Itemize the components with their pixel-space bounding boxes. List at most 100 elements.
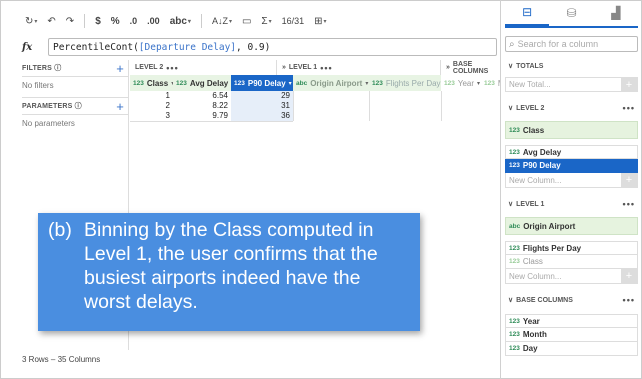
new-total-label: New Total... <box>509 80 551 89</box>
column-header-class[interactable]: 123 Class ▾ <box>130 75 173 91</box>
special-function-button[interactable]: 16/31 <box>279 16 308 26</box>
column-name: Origin Airport <box>310 78 363 88</box>
column-header-avg-delay[interactable]: 123 Avg Delay ▾ <box>173 75 231 91</box>
cell-p90-delay[interactable]: 29 <box>231 91 293 101</box>
sort-button[interactable]: A↓Z ▾ <box>209 16 235 26</box>
refresh-button[interactable]: ↻ ▾ <box>22 16 40 27</box>
numeric-type-icon: 123 <box>509 126 520 134</box>
column-item-name: P90 Delay <box>522 161 561 170</box>
more-icon[interactable]: ••• <box>623 295 635 305</box>
column-name: Class <box>146 78 169 88</box>
column-item-avg-delay[interactable]: 123 Avg Delay <box>505 145 638 159</box>
cell-avg-delay[interactable]: 6.54 <box>173 91 231 101</box>
increase-decimals-button[interactable]: .00 <box>144 16 163 26</box>
cell-class[interactable]: 3 <box>130 111 173 121</box>
cell-p90-delay[interactable]: 36 <box>231 111 293 121</box>
cell-class[interactable]: 1 <box>130 91 173 101</box>
undo-button[interactable]: ↶ <box>44 16 58 27</box>
cell-avg-delay[interactable]: 9.79 <box>173 111 231 121</box>
toolbar: ↻ ▾ ↶ ↷ $ % .0 .00 abc ▾ A↓Z ▾ ▭ Σ ▾ 16/31 ⊞… <box>22 6 497 36</box>
column-header-p90-delay[interactable]: 123 P90 Delay ▾ <box>231 75 293 91</box>
sum-button[interactable]: Σ ▾ <box>258 16 274 27</box>
insert-column-button[interactable]: ⊞ ▾ <box>311 16 329 27</box>
column-item-month[interactable]: 123 Month <box>505 328 638 342</box>
add-column-button[interactable]: + <box>621 268 637 284</box>
column-search[interactable]: ⌕ <box>505 36 638 52</box>
panel-divider <box>500 0 501 379</box>
chevron-down-icon[interactable]: ▾ <box>289 80 292 87</box>
right-panel: ⊟ ⛁ ▟ ⌕ ∨TOTALS New Total... + ∨LEVEL 2 … <box>505 0 638 379</box>
group-label: BASE COLUMNS <box>452 60 489 75</box>
column-item-day[interactable]: 123 Day <box>505 342 638 356</box>
chevron-down-icon: ▾ <box>323 18 327 25</box>
refresh-icon: ↻ <box>25 15 34 27</box>
new-column-row[interactable]: New Column... + <box>505 172 638 188</box>
tab-columns[interactable]: ⊟ <box>505 0 550 26</box>
add-column-button[interactable]: + <box>621 172 637 188</box>
column-divider <box>441 91 442 121</box>
new-column-row[interactable]: New Column... + <box>505 268 638 284</box>
new-column-label: New Column... <box>509 271 562 281</box>
section-title: BASE COLUMNS <box>516 297 573 304</box>
level1-header[interactable]: ∨ LEVEL 1 ••• <box>505 196 638 212</box>
caption-line: busiest airports indeed have the <box>84 267 361 289</box>
level2-header[interactable]: ∨ LEVEL 2 ••• <box>505 100 638 116</box>
level2-group-by[interactable]: 123 Class <box>505 121 638 139</box>
more-icon[interactable]: ••• <box>623 199 635 209</box>
tab-chart[interactable]: ▟ <box>594 0 638 26</box>
collapse-icon: » <box>282 64 286 71</box>
column-header-month[interactable]: 123 Mo <box>481 75 500 91</box>
group-header-base-columns[interactable]: » BASE COLUMNS <box>441 60 500 75</box>
new-total-row[interactable]: New Total... + <box>505 77 638 92</box>
totals-header[interactable]: ∨ TOTALS <box>505 58 638 74</box>
parameters-empty-note: No parameters <box>22 119 75 128</box>
column-item-name: Day <box>522 344 538 353</box>
chevron-down-icon[interactable]: ▾ <box>477 80 480 87</box>
column-item-class[interactable]: 123 Class <box>505 255 638 269</box>
comment-button[interactable]: ▭ <box>239 16 254 27</box>
column-divider <box>369 91 370 121</box>
column-item-year[interactable]: 123 Year <box>505 314 638 328</box>
base-columns-header[interactable]: ∨ BASE COLUMNS ••• <box>505 292 638 308</box>
chevron-down-icon: ▾ <box>187 18 191 25</box>
more-icon[interactable]: ••• <box>623 103 635 113</box>
bar-chart-icon: ▟ <box>611 6 621 20</box>
currency-format-button[interactable]: $ <box>92 16 104 27</box>
cell-p90-delay[interactable]: 31 <box>231 101 293 111</box>
cell-avg-delay[interactable]: 8.22 <box>173 101 231 111</box>
search-input[interactable] <box>517 39 628 49</box>
cell-class[interactable]: 2 <box>130 101 173 111</box>
formula-input[interactable]: PercentileCont([Departure Delay], 0.9) <box>48 38 497 56</box>
level1-group-by[interactable]: abc Origin Airport <box>505 217 638 235</box>
column-header-year[interactable]: 123 Year ▾ <box>441 75 481 91</box>
column-item-flights-per-day[interactable]: 123 Flights Per Day <box>505 241 638 255</box>
column-item-p90-delay[interactable]: 123 P90 Delay <box>505 159 638 173</box>
redo-button[interactable]: ↷ <box>63 16 77 27</box>
group-menu-icon[interactable]: ••• <box>166 63 178 73</box>
add-parameter-button[interactable]: + <box>116 99 124 114</box>
column-header-flights-per-day[interactable]: 123 Flights Per Day ▾ <box>369 75 441 91</box>
chevron-down-icon: ∨ <box>508 201 514 208</box>
search-icon: ⌕ <box>509 38 515 50</box>
group-menu-icon[interactable]: ••• <box>320 63 332 73</box>
numeric-type-icon: 123 <box>444 79 455 87</box>
add-filter-button[interactable]: + <box>116 61 124 76</box>
formula-reference: [Departure Delay] <box>138 41 237 53</box>
decrease-decimals-button[interactable]: .0 <box>127 16 141 26</box>
column-name: Flights Per Day <box>385 78 441 88</box>
formula-bar: fx PercentileCont([Departure Delay], 0.9… <box>22 38 497 56</box>
percent-format-button[interactable]: % <box>108 16 123 27</box>
chevron-down-icon: ∨ <box>508 105 514 112</box>
text-format-button[interactable]: abc ▾ <box>167 16 194 27</box>
column-header-origin-airport[interactable]: abc Origin Airport ▾ <box>293 75 369 91</box>
chevron-down-icon: ▾ <box>268 18 272 25</box>
group-by-name: Origin Airport <box>523 221 576 231</box>
section-title: LEVEL 1 <box>516 201 545 208</box>
group-header-level-1[interactable]: » LEVEL 1 ••• <box>277 60 441 75</box>
add-total-button[interactable]: + <box>621 77 637 92</box>
toolbar-separator <box>200 14 202 28</box>
filters-title: FILTERS <box>22 65 53 72</box>
group-header-level-2[interactable]: LEVEL 2 ••• <box>130 60 277 75</box>
tab-data-source[interactable]: ⛁ <box>549 0 593 26</box>
chevron-down-icon[interactable]: ▾ <box>365 80 368 87</box>
